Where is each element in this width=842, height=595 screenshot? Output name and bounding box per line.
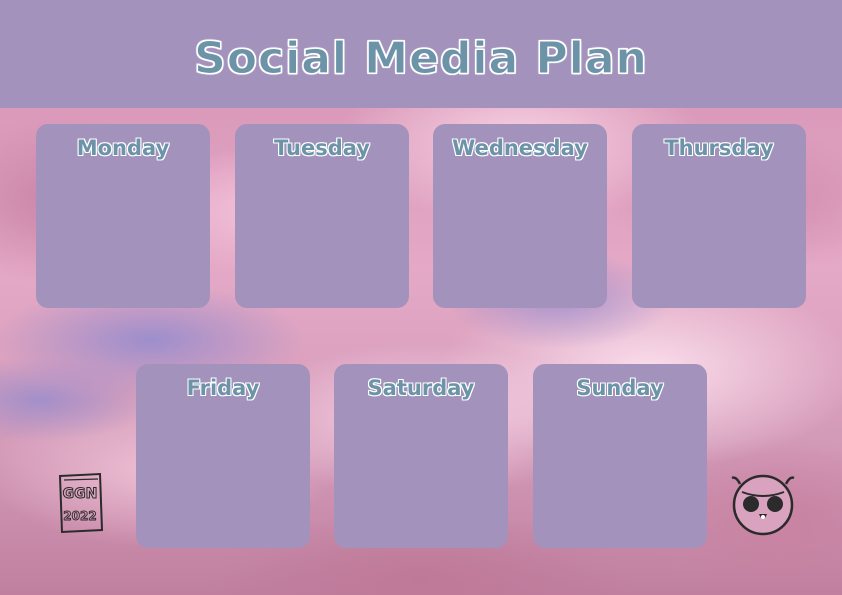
day-label-tuesday: Tuesday xyxy=(274,136,370,160)
day-card-tuesday[interactable]: Tuesday xyxy=(235,124,409,308)
day-label-thursday: Thursday xyxy=(664,136,774,160)
day-card-thursday[interactable]: Thursday xyxy=(632,124,806,308)
day-label-wednesday: Wednesday xyxy=(452,136,588,160)
day-card-sunday[interactable]: Sunday xyxy=(533,364,707,548)
signature-stamp-icon: GGN 2022 xyxy=(58,472,104,534)
day-card-saturday[interactable]: Saturday xyxy=(334,364,508,548)
day-card-friday[interactable]: Friday xyxy=(136,364,310,548)
day-card-monday[interactable]: Monday xyxy=(36,124,210,308)
day-label-monday: Monday xyxy=(76,136,170,160)
day-card-wednesday[interactable]: Wednesday xyxy=(433,124,607,308)
day-label-saturday: Saturday xyxy=(367,376,475,400)
day-label-sunday: Sunday xyxy=(576,376,664,400)
day-label-friday: Friday xyxy=(186,376,260,400)
stamp-line1: GGN xyxy=(63,486,98,502)
header-banner: Social Media Plan xyxy=(0,0,842,108)
page-title: Social Media Plan xyxy=(194,32,648,84)
owl-face-icon xyxy=(731,474,795,536)
stamp-line2: 2022 xyxy=(63,509,96,523)
